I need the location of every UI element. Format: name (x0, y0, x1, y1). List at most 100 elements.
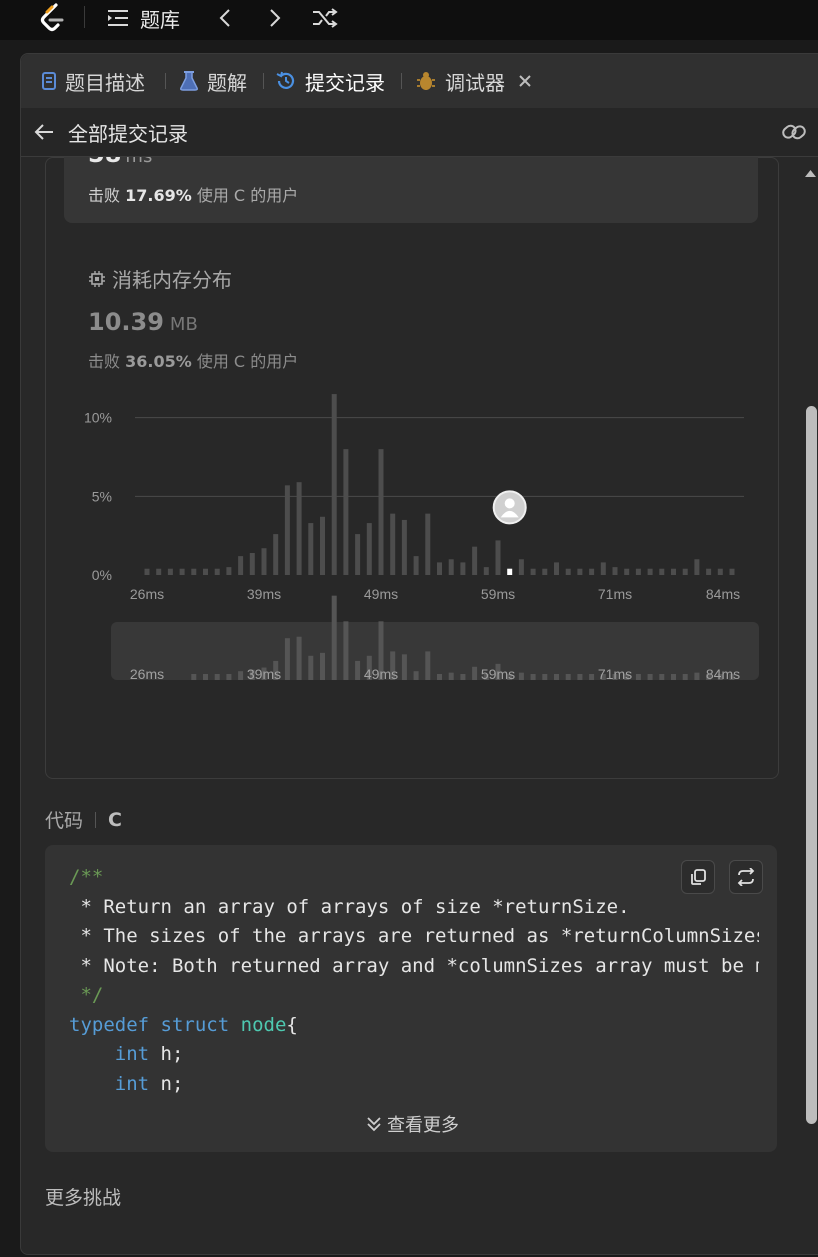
x-tick-label: 71ms (598, 586, 632, 602)
copy-code-button[interactable] (681, 860, 715, 894)
code-token: * Note: Both returned array and *columnS… (80, 954, 759, 977)
bar (530, 568, 536, 575)
random-problem-button[interactable] (311, 0, 339, 36)
prev-problem-button[interactable] (216, 0, 234, 36)
beat-suffix: 使用 C 的用户 (196, 186, 299, 205)
show-more-button[interactable]: 查看更多 (365, 1111, 459, 1137)
range-tick-label: 84ms (706, 666, 740, 682)
mini-bar (518, 672, 524, 680)
beat-prefix: 击败 (88, 186, 121, 205)
double-chevron-down-icon (367, 1117, 381, 1132)
bar (542, 568, 548, 575)
bar (460, 562, 466, 575)
code-block: /** * Return an array of arrays of size … (45, 845, 777, 1152)
scroll-up-arrow-icon[interactable] (803, 165, 818, 179)
bar (483, 567, 489, 575)
mini-bar (460, 674, 466, 680)
code-token: typedef (69, 1013, 150, 1036)
link-icon (782, 124, 806, 140)
scrollbar-thumb[interactable] (806, 406, 817, 1124)
mini-bar (308, 655, 314, 680)
mini-bar (296, 636, 302, 680)
mini-bar (191, 674, 197, 680)
problem-list-button[interactable]: 题库 (106, 0, 180, 36)
bar (554, 562, 559, 575)
mini-bar (203, 674, 208, 680)
bar (717, 568, 723, 575)
mini-bar (542, 674, 548, 680)
next-problem-button[interactable] (266, 0, 284, 36)
code-content[interactable]: /** * Return an array of arrays of size … (69, 863, 759, 1103)
performance-card: 58 ms 击败 17.69% 使用 C 的用户 消耗内存分布 10.39 MB… (45, 157, 779, 779)
toggle-view-button[interactable] (729, 860, 763, 894)
bar (413, 556, 419, 575)
mini-bar (355, 660, 361, 680)
bar (331, 394, 337, 575)
header-divider (95, 811, 97, 828)
tab-label: 题目描述 (65, 70, 145, 95)
code-section-header: 代码 C (45, 806, 122, 833)
panel-tabs: 题目描述 题解 提交记录 调试器 (21, 54, 818, 108)
tab-label: 提交记录 (305, 70, 385, 95)
submission-subheader: 全部提交记录 (21, 108, 818, 157)
more-challenges-title: 更多挑战 (45, 1187, 122, 1209)
range-selector (111, 622, 759, 680)
bar (320, 516, 325, 575)
range-tick-label: 49ms (364, 666, 398, 682)
bar (624, 568, 630, 575)
code-token: int (114, 1072, 150, 1095)
runtime-beat-text: 击败 17.69% 使用 C 的用户 (88, 182, 298, 206)
leetcode-logo[interactable] (38, 2, 68, 34)
tab-divider (263, 73, 264, 89)
bar (366, 523, 372, 575)
mini-bar (671, 674, 676, 680)
mini-bar (472, 666, 478, 680)
bar (659, 568, 665, 575)
bar (472, 546, 478, 575)
code-token: n; (149, 1072, 184, 1095)
bar (401, 519, 407, 575)
avatar-head (504, 498, 515, 509)
document-icon (42, 72, 56, 90)
highlight-bar (507, 568, 513, 575)
bar (495, 540, 501, 575)
bar (249, 552, 255, 575)
code-line: */ (69, 981, 759, 1011)
bar (284, 485, 290, 575)
mini-bar (425, 651, 431, 680)
mini-bar (682, 674, 688, 680)
tab-description[interactable]: 题目描述 (41, 66, 145, 96)
code-language: C (108, 808, 122, 831)
code-line: int h; (69, 1040, 759, 1070)
bar (390, 513, 396, 575)
memory-distribution-chart[interactable]: 15%10%5%0%26ms39ms49ms59ms71ms84ms26ms39… (46, 388, 778, 808)
tab-submissions[interactable]: 提交记录 (275, 66, 385, 96)
back-to-submissions-button[interactable]: 全部提交记录 (33, 118, 188, 146)
share-link-button[interactable] (781, 120, 807, 148)
bar (156, 568, 162, 575)
close-tab-button[interactable] (517, 66, 533, 96)
code-token: node (240, 1013, 287, 1036)
runtime-summary: 58 ms 击败 17.69% 使用 C 的用户 (64, 157, 758, 223)
beat-percent: 17.69% (125, 186, 192, 205)
code-token: int (114, 1043, 150, 1065)
code-token: * Return an array of arrays of size *ret… (69, 895, 630, 918)
x-tick-label: 39ms (247, 586, 281, 602)
memory-value-row: 10.39 MB (88, 308, 198, 336)
mini-bar (238, 671, 244, 680)
bar (682, 568, 688, 575)
tab-divider (165, 73, 166, 89)
tab-debugger[interactable]: 调试器 (415, 66, 505, 96)
code-token: h; (149, 1043, 184, 1065)
submission-detail: 58 ms 击败 17.69% 使用 C 的用户 消耗内存分布 10.39 MB… (21, 157, 818, 1257)
bar (635, 568, 641, 575)
mini-bar (401, 654, 407, 680)
tab-solutions[interactable]: 题解 (179, 66, 247, 96)
bar (179, 568, 185, 575)
history-icon (276, 71, 295, 89)
code-token: struct (160, 1013, 230, 1036)
mini-bar (694, 672, 700, 680)
bar (706, 568, 712, 575)
